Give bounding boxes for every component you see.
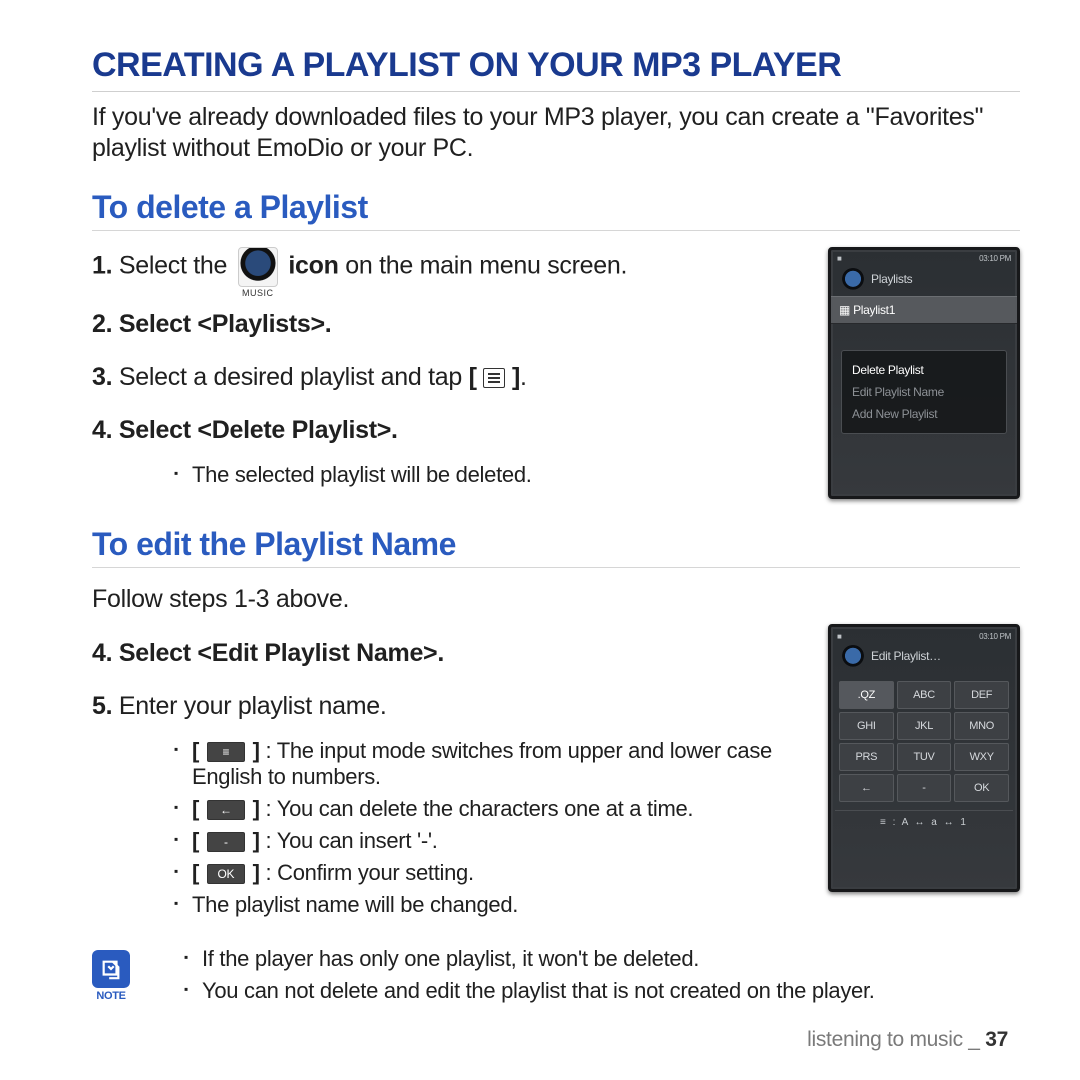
back-glyph: ← — [207, 800, 245, 820]
step-2: 2. Select <Playlists>. — [92, 309, 800, 340]
dash-glyph: - — [207, 832, 245, 852]
intro-text: If you've already downloaded files to yo… — [92, 102, 1020, 165]
heading-delete: To delete a Playlist — [92, 189, 1020, 226]
page-footer: listening to music _ 37 — [807, 1028, 1008, 1052]
device-screenshot-keypad: ■03:10 PM Edit Playlist… .QZ ABC DEF GHI… — [828, 624, 1020, 892]
ok-glyph: OK — [207, 864, 245, 884]
step-1: 1. Select the icon on the main menu scre… — [92, 247, 800, 287]
step-5-subs: [ ≡ ] : The input mode switches from upp… — [134, 738, 800, 918]
heading-edit: To edit the Playlist Name — [92, 526, 1020, 563]
follow-steps: Follow steps 1-3 above. — [92, 584, 800, 615]
music-note-icon — [841, 268, 865, 292]
step-4: 4. Select <Delete Playlist>. — [92, 415, 800, 446]
note-block: NOTE If the player has only one playlist… — [92, 946, 1020, 1024]
device-screenshot-playlists: ■03:10 PM Playlists ▦ Playlist1 Delete P… — [828, 247, 1020, 499]
title-rule — [92, 91, 1020, 92]
menu-icon — [483, 368, 505, 388]
step-4b: 4. Select <Edit Playlist Name>. — [92, 638, 800, 669]
music-icon — [238, 247, 278, 287]
note-icon — [92, 950, 130, 988]
heading-rule — [92, 230, 1020, 231]
step-4-sub: The selected playlist will be deleted. — [134, 462, 800, 488]
step-5: 5. Enter your playlist name. — [92, 691, 800, 722]
page-title: CREATING A PLAYLIST ON YOUR MP3 PLAYER — [92, 46, 1020, 85]
music-note-icon — [841, 645, 865, 669]
mode-glyph: ≡ — [207, 742, 245, 762]
heading-rule-2 — [92, 567, 1020, 568]
step-3: 3. Select a desired playlist and tap [ ]… — [92, 362, 800, 393]
